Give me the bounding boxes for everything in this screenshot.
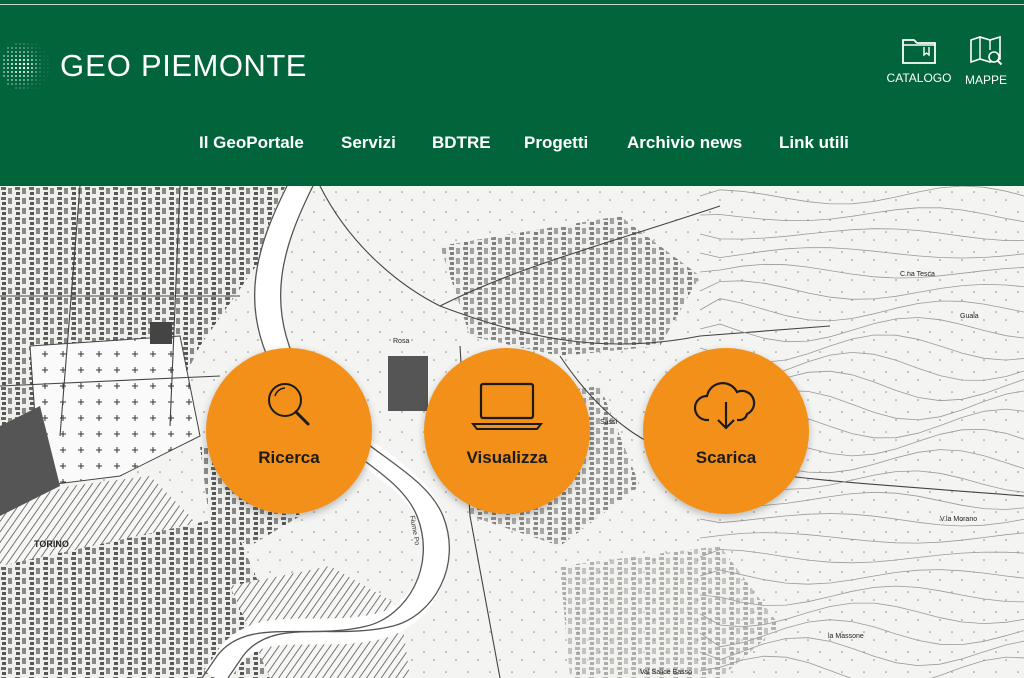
map-label-sassi: Sassi (600, 419, 618, 426)
nav-item-bdtre[interactable]: BDTRE (432, 133, 491, 153)
brand-piemonte: PIEMONTE (141, 48, 307, 83)
catalogo-label: CATALOGO (886, 71, 952, 85)
nav-item-progetti[interactable]: Progetti (524, 133, 588, 153)
scarica-label: Scarica (695, 448, 757, 467)
brand-wordmark: GEO PIEMONTE (60, 48, 307, 84)
nav-item-archivio-news[interactable]: Archivio news (627, 133, 742, 153)
cloud-download-icon (693, 382, 756, 430)
ricerca-label: Ricerca (258, 448, 320, 467)
visualizza-button[interactable]: Visualizza (424, 348, 590, 514)
visualizza-label: Visualizza (466, 448, 548, 467)
map-label-villa-morano: V.la Morano (940, 516, 977, 523)
globe-logo-icon (3, 43, 49, 89)
folder-icon (902, 39, 936, 64)
map-label-torino: TORINO (34, 539, 69, 549)
map-label-tesca: C.na Tesca (900, 271, 935, 278)
site-header: GEO PIEMONTE CATALOGO MAPPE Il GeoPortal… (0, 0, 1024, 186)
scarica-button[interactable]: Scarica (643, 348, 809, 514)
map-search-icon (970, 35, 1003, 66)
main-nav: Il GeoPortale Servizi BDTRE Progetti Arc… (0, 133, 1024, 157)
map-label-rosa: Rosa (393, 338, 409, 345)
catalogo-link[interactable]: CATALOGO (883, 35, 955, 85)
map-label-guala: Guala (960, 313, 979, 320)
top-divider (0, 4, 1024, 5)
nav-item-servizi[interactable]: Servizi (341, 133, 396, 153)
ricerca-button[interactable]: Ricerca (206, 348, 372, 514)
nav-item-geoportale[interactable]: Il GeoPortale (199, 133, 304, 153)
laptop-icon (470, 382, 544, 430)
map-label-basso: Val Salice Basso (640, 669, 692, 676)
nav-item-link-utili[interactable]: Link utili (779, 133, 849, 153)
site-logo[interactable]: GEO PIEMONTE (0, 30, 320, 102)
mappe-link[interactable]: MAPPE (950, 35, 1022, 87)
map-label-massone: la Massone (828, 633, 864, 640)
mappe-label: MAPPE (964, 73, 1007, 87)
search-icon (268, 383, 310, 426)
brand-geo: GEO (60, 48, 132, 83)
